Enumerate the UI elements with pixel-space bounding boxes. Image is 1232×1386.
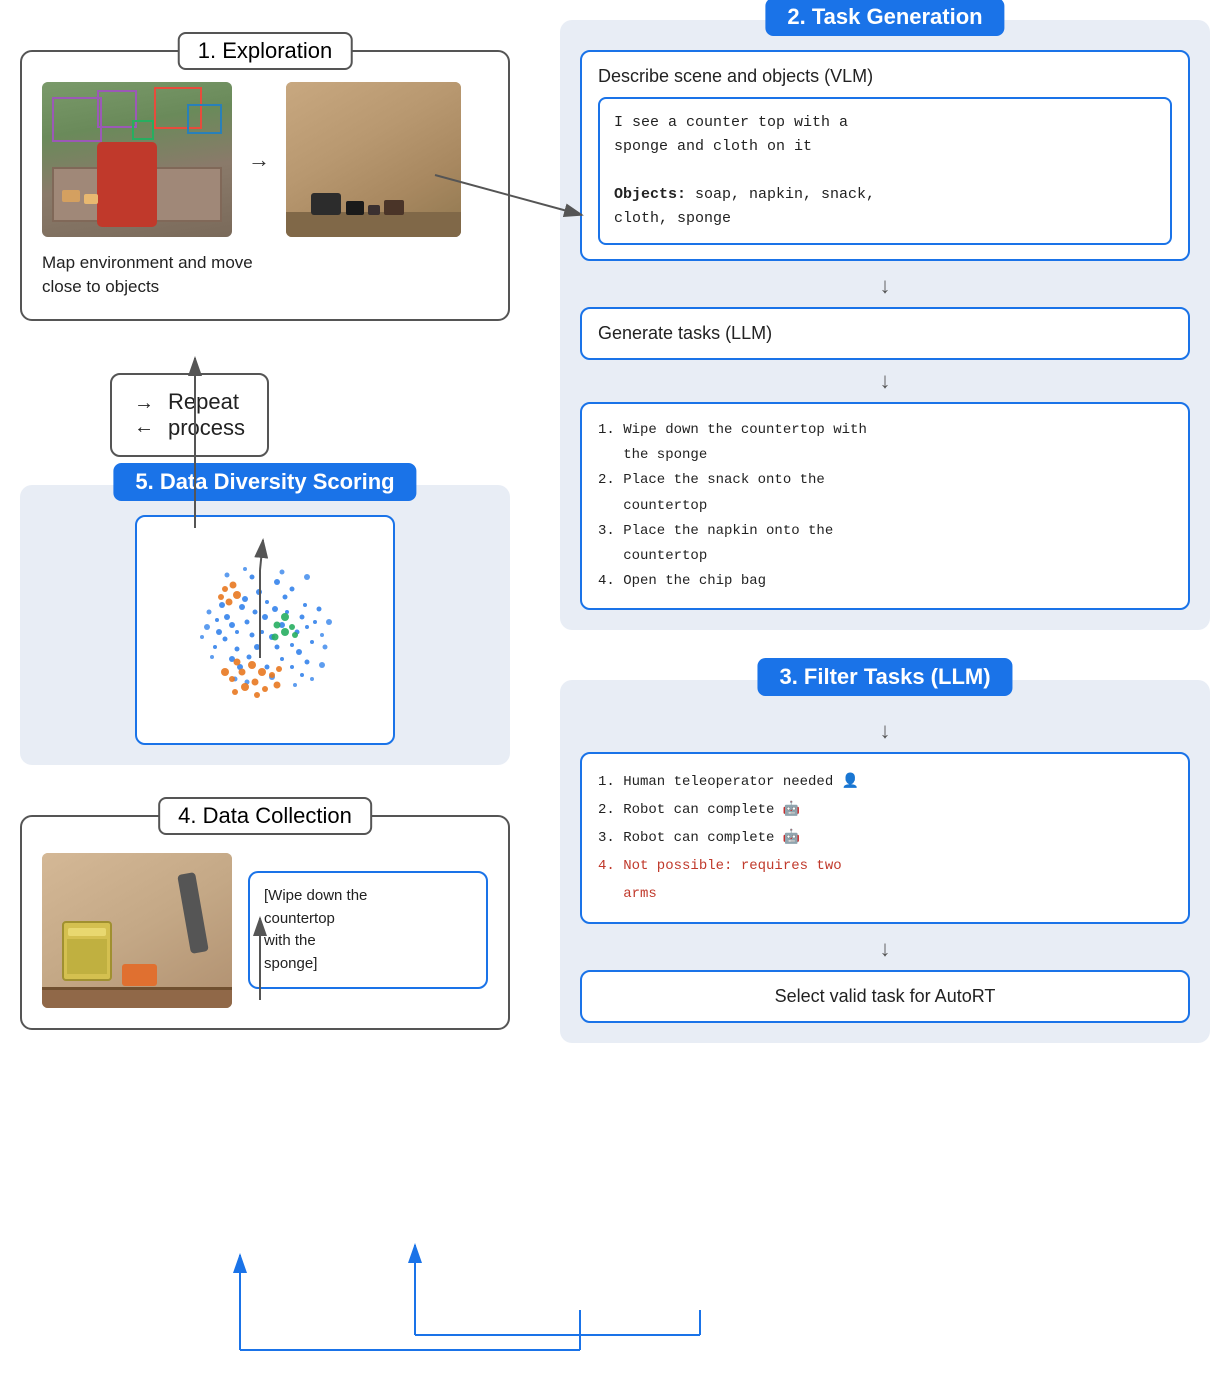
scatter-plot-svg — [137, 517, 393, 743]
repeat-process-container: →← Repeatprocess — [20, 345, 510, 457]
task-list-item-1b: the sponge — [598, 443, 1172, 468]
filter-title: 3. Filter Tasks (LLM) — [757, 658, 1012, 696]
bbox-blue — [187, 104, 222, 134]
arrow-right-between: → — [248, 147, 270, 173]
tasks-list-box: 1. Wipe down the countertop with the spo… — [580, 402, 1190, 610]
task-list-item-1: 1. Wipe down the countertop with — [598, 418, 1172, 443]
select-task-label: Select valid task for AutoRT — [775, 986, 996, 1006]
collection-content: [Wipe down thecountertopwith thesponge] — [42, 853, 488, 1008]
section-diversity: 5. Data Diversity Scoring — [20, 485, 510, 765]
section-filter: 3. Filter Tasks (LLM) ↓ 1. Human teleope… — [560, 680, 1210, 1043]
filter-item-1: 1. Human teleoperator needed 👤 — [598, 768, 1172, 796]
left-column: 1. Exploration — [20, 20, 510, 1030]
repeat-arrows-icon: →← — [134, 391, 154, 439]
task-gen-title: 2. Task Generation — [765, 0, 1004, 36]
task-list-item-2b: countertop — [598, 494, 1172, 519]
section-task-gen: 2. Task Generation Describe scene and ob… — [560, 20, 1210, 630]
describe-scene-box: Describe scene and objects (VLM) I see a… — [580, 50, 1190, 261]
collection-table-items — [62, 921, 157, 986]
arrow-down-filter-in: ↓ — [580, 718, 1190, 744]
generate-tasks-label: Generate tasks (LLM) — [598, 323, 772, 343]
right-column: 2. Task Generation Describe scene and ob… — [560, 20, 1210, 1043]
robot-scene-image — [42, 82, 232, 237]
filter-item-3: 3. Robot can complete 🤖 — [598, 824, 1172, 852]
arrow-down-1: ↓ — [580, 273, 1190, 299]
vlm-text: I see a counter top with asponge and clo… — [614, 111, 1156, 159]
filter-item-4b: arms — [598, 880, 1172, 908]
robot-scene-bg — [42, 82, 232, 237]
section-exploration: 1. Exploration — [20, 50, 510, 321]
collection-image — [42, 853, 232, 1008]
objects-label: Objects: — [614, 186, 686, 203]
task-bubble: [Wipe down thecountertopwith thesponge] — [248, 871, 488, 989]
bbox-purple — [52, 97, 102, 142]
task-bubble-text: [Wipe down thecountertopwith thesponge] — [264, 887, 367, 972]
describe-scene-title: Describe scene and objects (VLM) — [598, 66, 1172, 87]
collection-title: 4. Data Collection — [158, 797, 372, 835]
select-task-box: Select valid task for AutoRT — [580, 970, 1190, 1023]
task-list-item-4: 4. Open the chip bag — [598, 569, 1172, 594]
diversity-title: 5. Data Diversity Scoring — [113, 463, 416, 501]
vlm-output-box: I see a counter top with asponge and clo… — [598, 97, 1172, 245]
generate-tasks-box: Generate tasks (LLM) — [580, 307, 1190, 360]
bbox-green — [132, 120, 154, 140]
repeat-text: Repeatprocess — [168, 389, 245, 441]
section-collection: 4. Data Collection — [20, 815, 510, 1030]
filter-item-2: 2. Robot can complete 🤖 — [598, 796, 1172, 824]
countertop-image — [286, 82, 461, 237]
exploration-title: 1. Exploration — [178, 32, 353, 70]
filter-item-4: 4. Not possible: requires two — [598, 852, 1172, 880]
diversity-plot — [135, 515, 395, 745]
exploration-caption: Map environment and moveclose to objects — [42, 251, 488, 299]
task-list-item-3: 3. Place the napkin onto the — [598, 519, 1172, 544]
exploration-images: → — [42, 82, 488, 237]
arrow-down-2: ↓ — [580, 368, 1190, 394]
diagram-container: 1. Exploration — [0, 0, 1232, 1386]
repeat-box: →← Repeatprocess — [110, 373, 269, 457]
task-list-item-3b: countertop — [598, 544, 1172, 569]
arrow-down-filter-out: ↓ — [580, 936, 1190, 962]
vlm-objects: Objects: soap, napkin, snack,cloth, spon… — [614, 183, 1156, 231]
filter-list-box: 1. Human teleoperator needed 👤 2. Robot … — [580, 752, 1190, 924]
bbox-purple2 — [97, 90, 137, 128]
task-list-item-2: 2. Place the snack onto the — [598, 468, 1172, 493]
